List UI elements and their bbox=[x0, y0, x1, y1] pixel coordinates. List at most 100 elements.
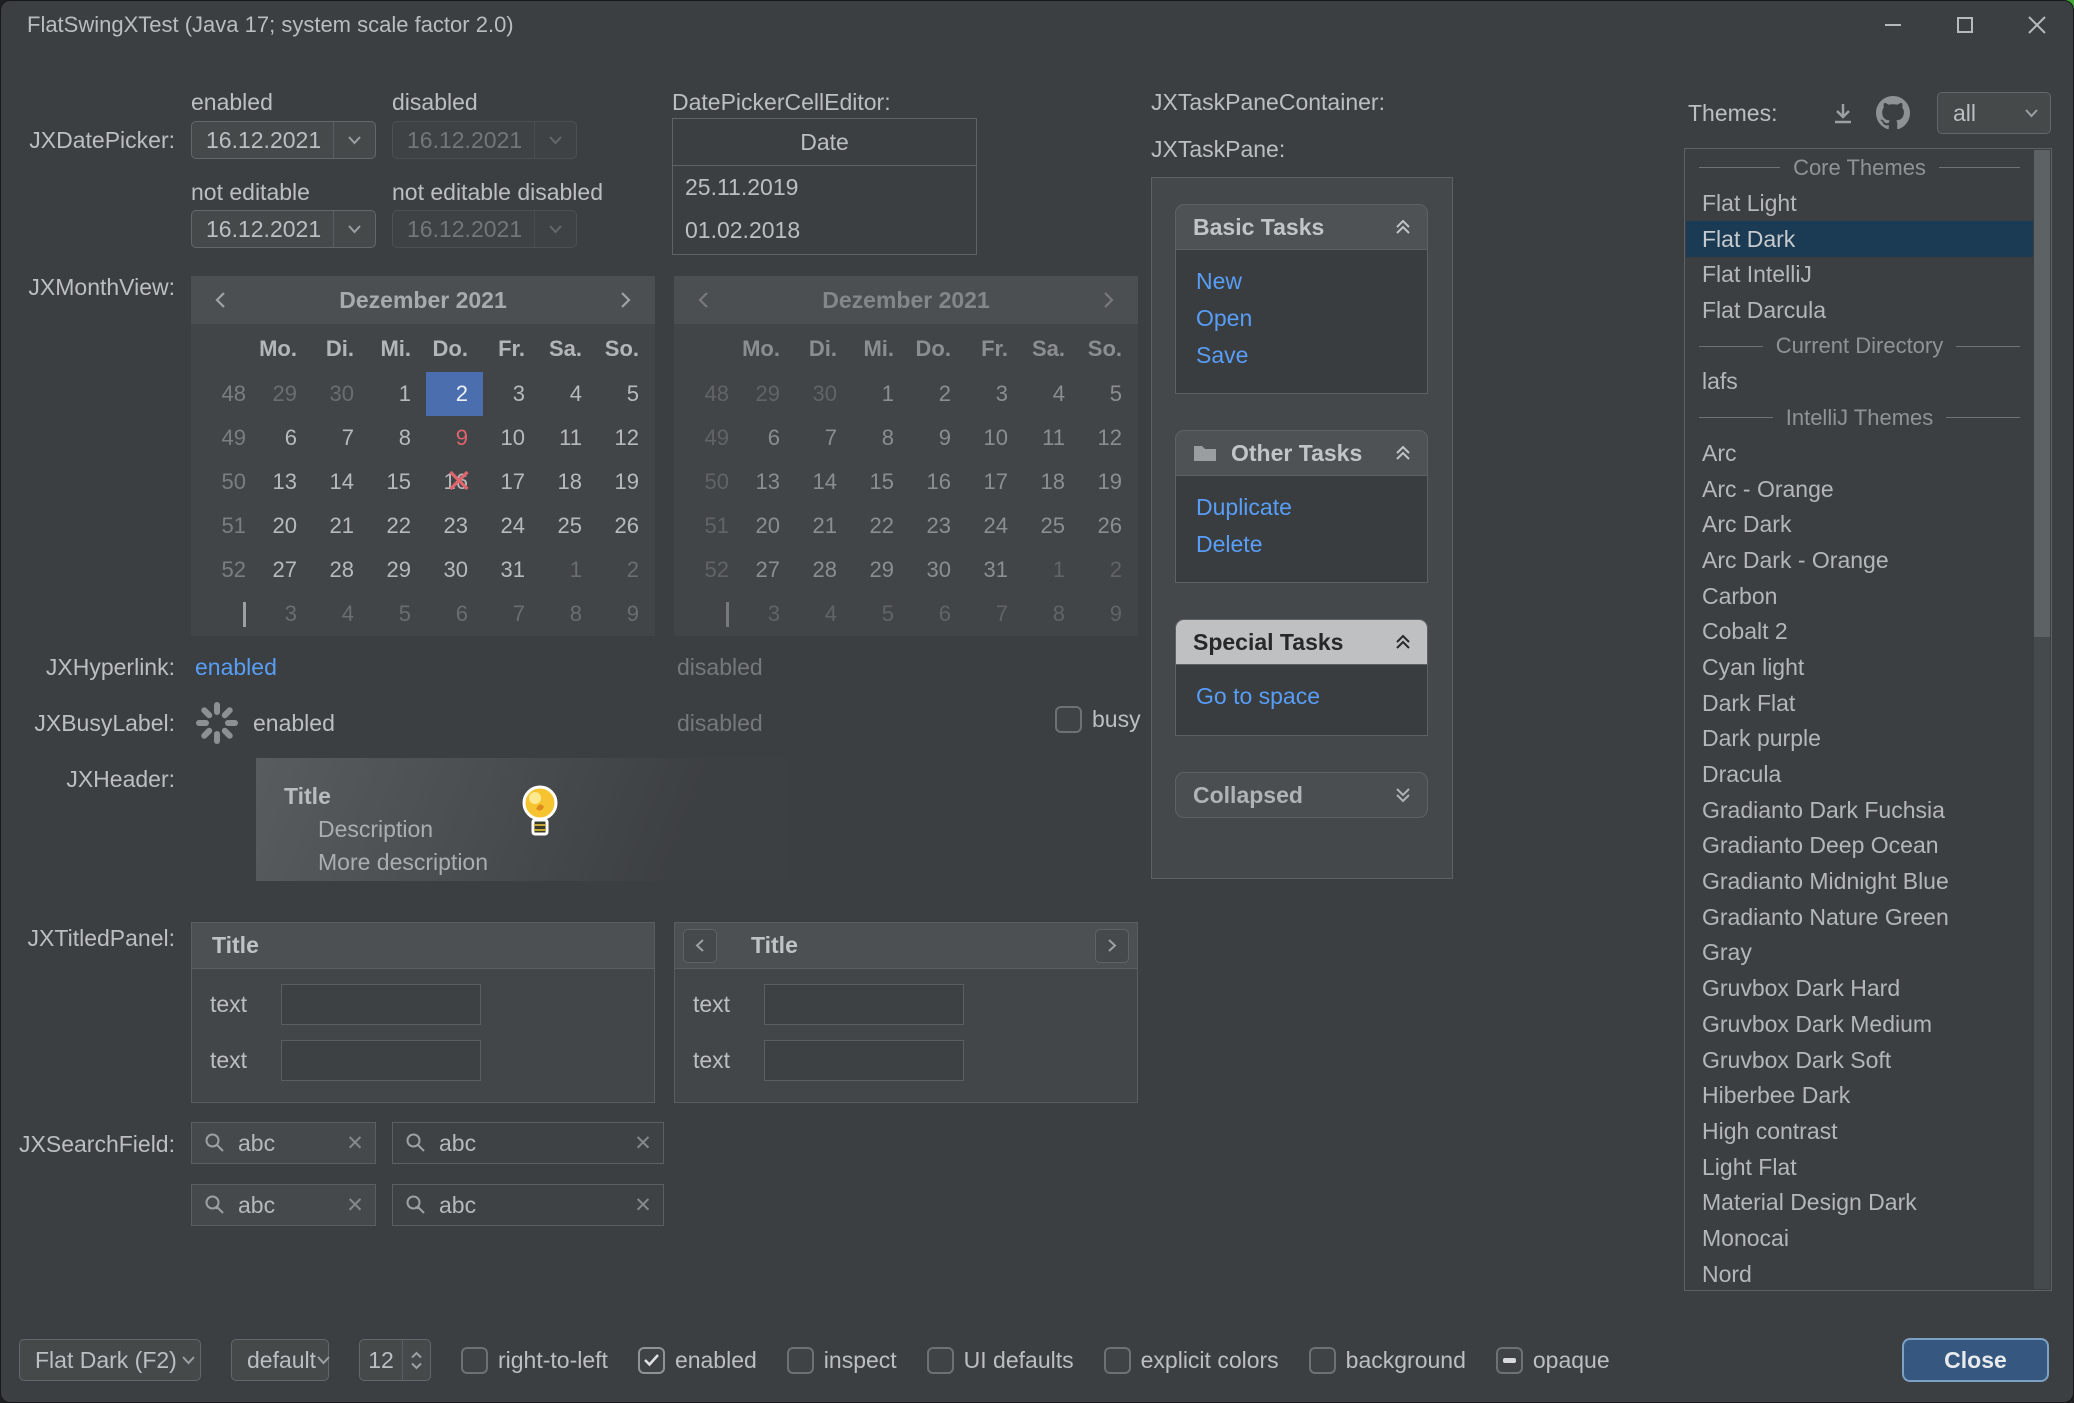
theme-list-item[interactable]: Nord bbox=[1686, 1256, 2033, 1291]
checkbox-inspect[interactable]: inspect bbox=[787, 1347, 897, 1374]
theme-list-item[interactable]: Gray bbox=[1686, 935, 2033, 971]
task-link[interactable]: Duplicate bbox=[1196, 489, 1427, 526]
clear-search-icon[interactable]: ✕ bbox=[335, 1193, 375, 1218]
checkbox-box[interactable] bbox=[1104, 1347, 1131, 1374]
calendar-day[interactable]: 24 bbox=[483, 504, 540, 548]
checkbox-opaque[interactable]: opaque bbox=[1496, 1347, 1610, 1374]
calendar-day[interactable]: 7 bbox=[483, 592, 540, 636]
taskpane-title[interactable]: Basic Tasks bbox=[1175, 204, 1428, 250]
expand-chevron-icon[interactable] bbox=[1394, 786, 1412, 804]
taskpane-title[interactable]: Other Tasks bbox=[1175, 430, 1428, 476]
calendar-day[interactable]: 16✕ bbox=[426, 460, 483, 504]
clear-search-icon[interactable]: ✕ bbox=[623, 1193, 663, 1218]
theme-list-item[interactable]: Gradianto Nature Green bbox=[1686, 899, 2033, 935]
theme-list-item[interactable]: Arc bbox=[1686, 436, 2033, 472]
datepicker-value[interactable]: 16.12.2021 bbox=[192, 127, 333, 154]
close-button[interactable]: Close bbox=[1902, 1338, 2049, 1382]
theme-list-item[interactable]: Monocai bbox=[1686, 1221, 2033, 1257]
theme-list-item[interactable]: Arc Dark bbox=[1686, 507, 2033, 543]
task-link[interactable]: Delete bbox=[1196, 526, 1427, 563]
theme-list-item[interactable]: Flat IntelliJ bbox=[1686, 257, 2033, 293]
theme-list-item[interactable]: Arc Dark - Orange bbox=[1686, 543, 2033, 579]
laf-combo[interactable]: Flat Dark (F2) bbox=[19, 1339, 201, 1381]
text-input[interactable] bbox=[764, 1040, 964, 1081]
checkbox-box[interactable] bbox=[461, 1347, 488, 1374]
calendar-day[interactable]: 11 bbox=[540, 416, 597, 460]
checkbox-background[interactable]: background bbox=[1309, 1347, 1466, 1374]
datepicker-dropdown-button[interactable] bbox=[333, 211, 375, 247]
search-input-value[interactable]: abc bbox=[238, 1192, 335, 1219]
clear-search-icon[interactable]: ✕ bbox=[335, 1131, 375, 1156]
checkbox-ui-defaults[interactable]: UI defaults bbox=[927, 1347, 1074, 1374]
theme-list-item[interactable]: Carbon bbox=[1686, 578, 2033, 614]
search-input-value[interactable]: abc bbox=[439, 1192, 623, 1219]
search-field[interactable]: abc✕ bbox=[392, 1184, 664, 1226]
calendar-day[interactable]: 14 bbox=[312, 460, 369, 504]
checkbox-box[interactable] bbox=[927, 1347, 954, 1374]
search-field[interactable]: abc✕ bbox=[392, 1122, 664, 1164]
calendar-day[interactable]: 2 bbox=[597, 548, 654, 592]
text-input[interactable] bbox=[281, 984, 481, 1025]
theme-filter-combo[interactable]: all bbox=[1937, 92, 2051, 134]
calendar-day[interactable]: 10 bbox=[483, 416, 540, 460]
calendar-day[interactable]: 22 bbox=[369, 504, 426, 548]
calendar-day[interactable]: 29 bbox=[255, 372, 312, 416]
theme-list-item[interactable]: Flat Dark bbox=[1686, 221, 2033, 257]
next-month-button[interactable] bbox=[597, 291, 655, 309]
minimize-button[interactable] bbox=[1857, 1, 1929, 49]
calendar-day[interactable]: 23 bbox=[426, 504, 483, 548]
font-size-spinner[interactable]: 12 bbox=[359, 1339, 431, 1381]
spinner-buttons[interactable] bbox=[402, 1340, 430, 1380]
theme-list-item[interactable]: lafs bbox=[1686, 364, 2033, 400]
collapse-chevron-icon[interactable] bbox=[1394, 633, 1412, 651]
calendar-day[interactable]: 2 bbox=[426, 372, 483, 416]
search-field[interactable]: abc✕ bbox=[191, 1184, 376, 1226]
prev-month-button[interactable] bbox=[191, 291, 249, 309]
calendar-day[interactable]: 9 bbox=[426, 416, 483, 460]
calendar-day[interactable]: 21 bbox=[312, 504, 369, 548]
maximize-button[interactable] bbox=[1929, 1, 2001, 49]
theme-list-item[interactable]: Gruvbox Dark Hard bbox=[1686, 971, 2033, 1007]
next-button[interactable] bbox=[1095, 929, 1129, 963]
theme-list-item[interactable]: Dracula bbox=[1686, 757, 2033, 793]
calendar-day[interactable]: 4 bbox=[540, 372, 597, 416]
datepicker-dropdown-button[interactable] bbox=[333, 122, 375, 158]
checkbox-explicit-colors[interactable]: explicit colors bbox=[1104, 1347, 1279, 1374]
theme-list-item[interactable]: Flat Light bbox=[1686, 186, 2033, 222]
table-header-date[interactable]: Date bbox=[673, 119, 976, 166]
task-link[interactable]: New bbox=[1196, 263, 1427, 300]
table-row[interactable]: 01.02.2018 bbox=[673, 209, 976, 252]
checkbox-box[interactable] bbox=[1496, 1347, 1523, 1374]
calendar-day[interactable]: 18 bbox=[540, 460, 597, 504]
calendar-day[interactable]: 19 bbox=[597, 460, 654, 504]
theme-list-item[interactable]: Gruvbox Dark Soft bbox=[1686, 1042, 2033, 1078]
calendar-day[interactable]: 13 bbox=[255, 460, 312, 504]
calendar-day[interactable]: 27 bbox=[255, 548, 312, 592]
checkbox-right-to-left[interactable]: right-to-left bbox=[461, 1347, 608, 1374]
checkbox-box[interactable] bbox=[638, 1347, 665, 1374]
search-with-menu-icon[interactable] bbox=[393, 1193, 439, 1217]
calendar-day[interactable]: 6 bbox=[255, 416, 312, 460]
hyperlink-enabled[interactable]: enabled bbox=[195, 654, 277, 681]
table-row[interactable]: 25.11.2019 bbox=[673, 166, 976, 209]
collapse-chevron-icon[interactable] bbox=[1394, 218, 1412, 236]
calendar-day[interactable]: 1 bbox=[540, 548, 597, 592]
theme-list-item[interactable]: Cobalt 2 bbox=[1686, 614, 2033, 650]
theme-list-item[interactable]: Gradianto Midnight Blue bbox=[1686, 864, 2033, 900]
calendar-day[interactable]: 7 bbox=[312, 416, 369, 460]
theme-list-item[interactable]: High contrast bbox=[1686, 1114, 2033, 1150]
calendar-day[interactable]: 25 bbox=[540, 504, 597, 548]
calendar-day[interactable]: 29 bbox=[369, 548, 426, 592]
task-link[interactable]: Go to space bbox=[1196, 678, 1427, 715]
calendar-day[interactable]: 5 bbox=[597, 372, 654, 416]
theme-list-item[interactable]: Arc - Orange bbox=[1686, 471, 2033, 507]
taskpane-title[interactable]: Collapsed bbox=[1175, 772, 1428, 818]
download-themes-button[interactable] bbox=[1825, 97, 1861, 131]
search-icon[interactable] bbox=[192, 1131, 238, 1155]
clear-search-icon[interactable]: ✕ bbox=[623, 1131, 663, 1156]
theme-list-item[interactable]: Light Flat bbox=[1686, 1149, 2033, 1185]
calendar-day[interactable]: 20 bbox=[255, 504, 312, 548]
calendar-day[interactable]: 3 bbox=[255, 592, 312, 636]
theme-list-item[interactable]: Hiberbee Dark bbox=[1686, 1078, 2033, 1114]
monthview-enabled[interactable]: Dezember 2021Mo.Di.Mi.Do.Fr.Sa.So.482930… bbox=[191, 276, 655, 636]
